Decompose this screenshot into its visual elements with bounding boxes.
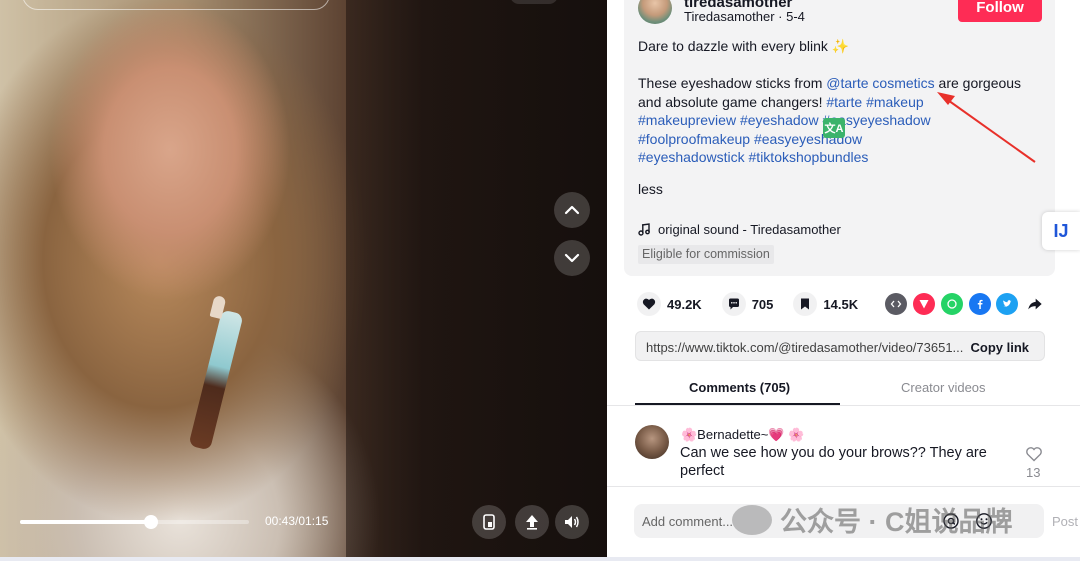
author-subline: Tiredasamother · 5-4 <box>684 9 805 24</box>
like-count: 49.2K <box>667 296 702 312</box>
hashtag-link[interactable]: #tiktokshopbundles <box>749 149 869 165</box>
details-panel: tiredasamother Tiredasamother · 5-4 Foll… <box>607 0 1080 561</box>
wechat-icon <box>732 504 772 535</box>
bottom-edge <box>0 557 1080 561</box>
heart-icon <box>637 292 661 316</box>
mention-link[interactable]: @tarte cosmetics <box>826 75 934 91</box>
comment-heart-icon[interactable] <box>1025 445 1043 463</box>
side-extension-badge[interactable]: IJ <box>1042 212 1080 250</box>
comment-placeholder: Add comment... <box>642 514 734 529</box>
active-tab-indicator <box>635 403 840 405</box>
chevron-down-icon <box>564 253 580 263</box>
progress-knob[interactable] <box>143 515 158 529</box>
hashtag-link[interactable]: #makeup <box>866 94 924 110</box>
commenter-name[interactable]: 🌸Bernadette~💗 🌸 <box>681 427 804 443</box>
comment-input-divider <box>607 486 1080 487</box>
previous-video-button[interactable] <box>554 192 590 228</box>
sound-label: original sound - Tiredasamother <box>658 222 841 237</box>
volume-button[interactable] <box>555 505 589 539</box>
hashtag-link[interactable]: #eyeshadow <box>740 112 819 128</box>
picture-in-picture-icon <box>483 514 495 530</box>
hashtag-link[interactable]: #foolproofmakeup <box>638 131 750 147</box>
comment-stat[interactable]: 705 <box>721 292 774 316</box>
hashtag-link[interactable]: #tarte <box>826 94 862 110</box>
sound-link[interactable]: original sound - Tiredasamother <box>638 222 841 237</box>
hashtag-link[interactable]: #makeupreview <box>638 112 736 128</box>
pip-button[interactable] <box>472 505 506 539</box>
hashtag-link[interactable]: #easyeyeshadow <box>754 131 862 147</box>
upload-icon <box>526 515 538 530</box>
video-progress-bar[interactable] <box>20 515 249 529</box>
annotation-arrow <box>937 92 1036 163</box>
watermark: 公众号 · C姐说品牌 <box>732 500 1013 539</box>
facebook-icon[interactable] <box>969 293 991 315</box>
video-time: 00:43/01:15 <box>265 514 329 528</box>
chevron-up-icon <box>564 205 580 215</box>
caption-line1: Dare to dazzle with every blink ✨ <box>638 38 850 54</box>
video-top-control[interactable] <box>510 0 558 4</box>
send-icon[interactable] <box>913 293 935 315</box>
volume-icon <box>565 516 579 528</box>
copy-link-button[interactable]: Copy link <box>970 340 1029 355</box>
video-search-outline[interactable] <box>22 0 330 10</box>
comment-count: 705 <box>751 296 774 312</box>
like-stat[interactable]: 49.2K <box>637 292 702 316</box>
commission-badge: Eligible for commission <box>638 245 774 264</box>
video-player[interactable]: 00:43/01:15 <box>0 0 607 557</box>
comment-like-count: 13 <box>1026 465 1041 480</box>
embed-icon[interactable] <box>885 293 907 315</box>
share-url-bar: https://www.tiktok.com/@tiredasamother/v… <box>635 331 1045 361</box>
save-count: 14.5K <box>823 296 859 312</box>
bookmark-icon <box>793 292 818 316</box>
less-toggle[interactable]: less <box>638 181 663 197</box>
comment-text: Can we see how you do your brows?? They … <box>680 445 987 479</box>
save-stat[interactable]: 14.5K <box>793 292 858 316</box>
tab-creator-videos[interactable]: Creator videos <box>901 380 986 395</box>
float-button[interactable] <box>515 505 549 539</box>
tabs-divider <box>607 405 1080 406</box>
next-video-button[interactable] <box>554 240 590 276</box>
share-url: https://www.tiktok.com/@tiredasamother/v… <box>646 340 964 355</box>
translate-icon[interactable]: 文A <box>823 118 845 138</box>
follow-button[interactable]: Follow <box>958 0 1042 22</box>
twitter-icon[interactable] <box>996 293 1018 315</box>
commenter-avatar[interactable] <box>635 425 669 459</box>
engagement-stats: 49.2K 705 14.5K <box>637 292 878 316</box>
video-background-shade <box>346 0 607 557</box>
hashtag-link[interactable]: #eyeshadowstick <box>638 149 745 165</box>
comment-icon <box>721 292 746 316</box>
post-comment-button[interactable]: Post <box>1052 514 1078 529</box>
whatsapp-icon[interactable] <box>941 293 963 315</box>
music-note-icon <box>638 223 650 236</box>
tab-comments[interactable]: Comments (705) <box>689 380 790 395</box>
progress-fill <box>20 520 151 524</box>
caption-text-a: These eyeshadow sticks from <box>638 75 827 91</box>
share-arrow-icon[interactable] <box>1024 293 1046 315</box>
watermark-text: 公众号 · C姐说品牌 <box>780 507 1013 537</box>
